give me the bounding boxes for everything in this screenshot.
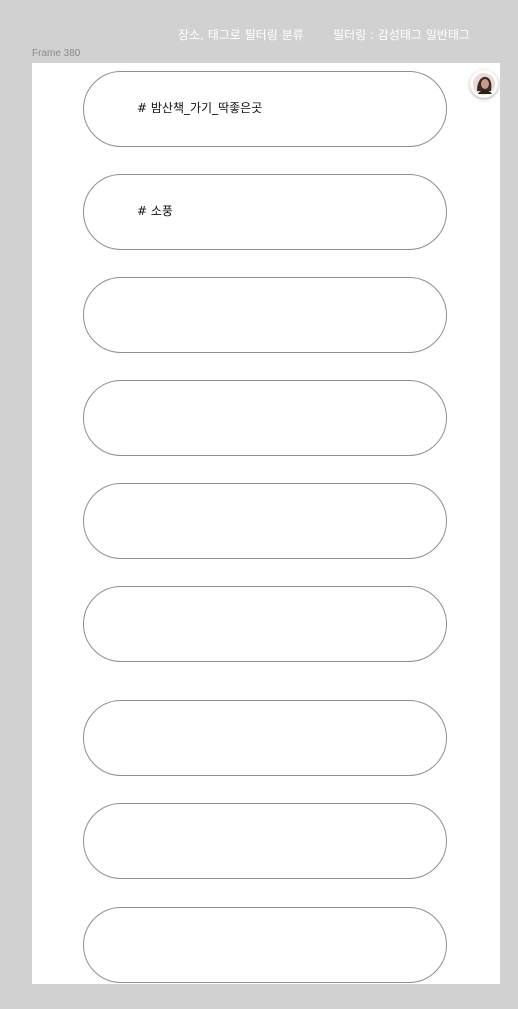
tag-pill-5[interactable] — [83, 483, 447, 559]
frame-label[interactable]: Frame 380 — [32, 48, 80, 59]
tag-pill-label: # 밤산책_가기_딱좋은곳 — [137, 101, 263, 115]
filter-annotation-left: 장소, 태그로 필터링 분류 — [178, 28, 304, 42]
avatar-portrait-icon — [473, 73, 495, 95]
filter-annotation-right: 필터링 : 감성태그 일반태그 — [333, 28, 470, 42]
tag-pill-8[interactable] — [83, 803, 447, 879]
tag-pill-4[interactable] — [83, 380, 447, 456]
tag-pill-9[interactable] — [83, 907, 447, 983]
tag-pill-1[interactable]: # 밤산책_가기_딱좋은곳 — [83, 71, 447, 147]
tag-pill-3[interactable] — [83, 277, 447, 353]
tag-pill-6[interactable] — [83, 586, 447, 662]
tag-pill-7[interactable] — [83, 700, 447, 776]
user-avatar-icon[interactable] — [470, 70, 498, 98]
tag-pill-2[interactable]: # 소풍 — [83, 174, 447, 250]
tag-pill-label: # 소풍 — [137, 204, 173, 218]
frame-380: # 밤산책_가기_딱좋은곳 # 소풍 — [32, 63, 500, 984]
